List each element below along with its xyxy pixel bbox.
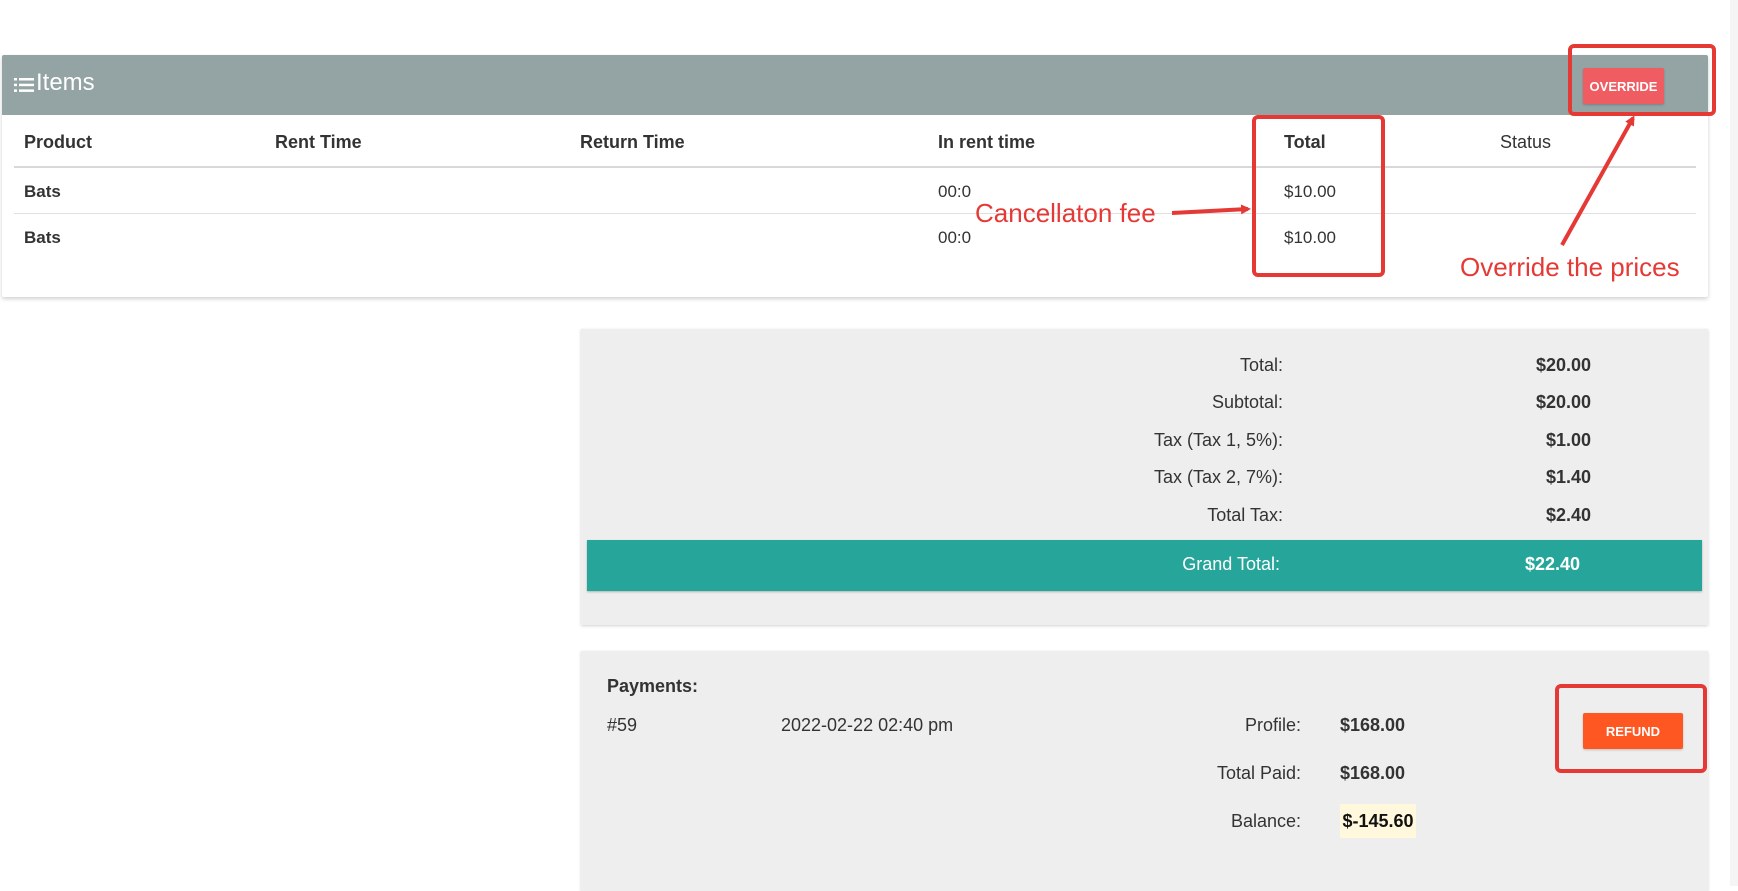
column-header-status[interactable]: Status — [1500, 132, 1551, 153]
grand-total-bar: Grand Total: $22.40 — [587, 540, 1702, 591]
balance-value: $-145.60 — [1340, 804, 1416, 838]
total-tax-value: $2.40 — [1545, 505, 1591, 525]
scrollbar-track[interactable] — [1730, 0, 1738, 886]
payment-date: 2022-02-22 02:40 pm — [781, 715, 954, 735]
column-header-rent-time[interactable]: Rent Time — [275, 132, 362, 153]
column-header-return-time[interactable]: Return Time — [580, 132, 685, 153]
row-1-in-rent-time: 00:0 — [938, 182, 972, 201]
tax2-label: Tax (Tax 2, 7%): — [1153, 467, 1283, 487]
totals-panel: Total: $20.00 Subtotal: $20.00 Tax (Tax … — [581, 329, 1708, 625]
payments-panel: Payments: #59 2022-02-22 02:40 pm Profil… — [581, 651, 1708, 891]
tax1-value: $1.00 — [1545, 430, 1591, 450]
profile-value: $168.00 — [1340, 715, 1406, 735]
column-header-product[interactable]: Product — [24, 132, 92, 153]
total-value: $20.00 — [1535, 355, 1591, 375]
grand-total-value: $22.40 — [1524, 554, 1580, 574]
subtotal-value: $20.00 — [1535, 392, 1591, 412]
subtotal-label: Subtotal: — [1211, 392, 1283, 412]
row-1-product: Bats — [24, 182, 61, 201]
row-divider — [14, 213, 1696, 214]
override-prices-annotation: Override the prices — [1460, 252, 1680, 282]
column-header-in-rent-time[interactable]: In rent time — [938, 132, 1035, 153]
list-icon — [14, 78, 34, 92]
grand-total-label: Grand Total: — [1182, 554, 1280, 574]
header-divider — [14, 166, 1696, 168]
tax1-label: Tax (Tax 1, 5%): — [1153, 430, 1283, 450]
total-label: Total: — [1239, 355, 1283, 375]
balance-label: Balance: — [1230, 811, 1301, 831]
override-highlight-box — [1568, 44, 1716, 116]
total-paid-value: $168.00 — [1340, 763, 1406, 783]
refund-highlight-box — [1555, 684, 1707, 773]
total-tax-label: Total Tax: — [1207, 505, 1283, 525]
total-column-highlight-box — [1252, 115, 1385, 277]
items-panel: Items OVERRIDE Product Rent Time Return … — [2, 55, 1708, 297]
row-2-product: Bats — [24, 228, 61, 247]
payment-id: #59 — [607, 715, 638, 735]
items-header: Items OVERRIDE — [2, 55, 1708, 115]
total-paid-label: Total Paid: — [1216, 763, 1301, 783]
items-title: Items — [36, 69, 95, 96]
row-2-in-rent-time: 00:0 — [938, 228, 972, 247]
cancellation-fee-annotation: Cancellaton fee — [975, 198, 1156, 228]
payments-heading: Payments: — [607, 676, 699, 696]
profile-label: Profile: — [1244, 715, 1301, 735]
tax2-value: $1.40 — [1545, 467, 1591, 487]
